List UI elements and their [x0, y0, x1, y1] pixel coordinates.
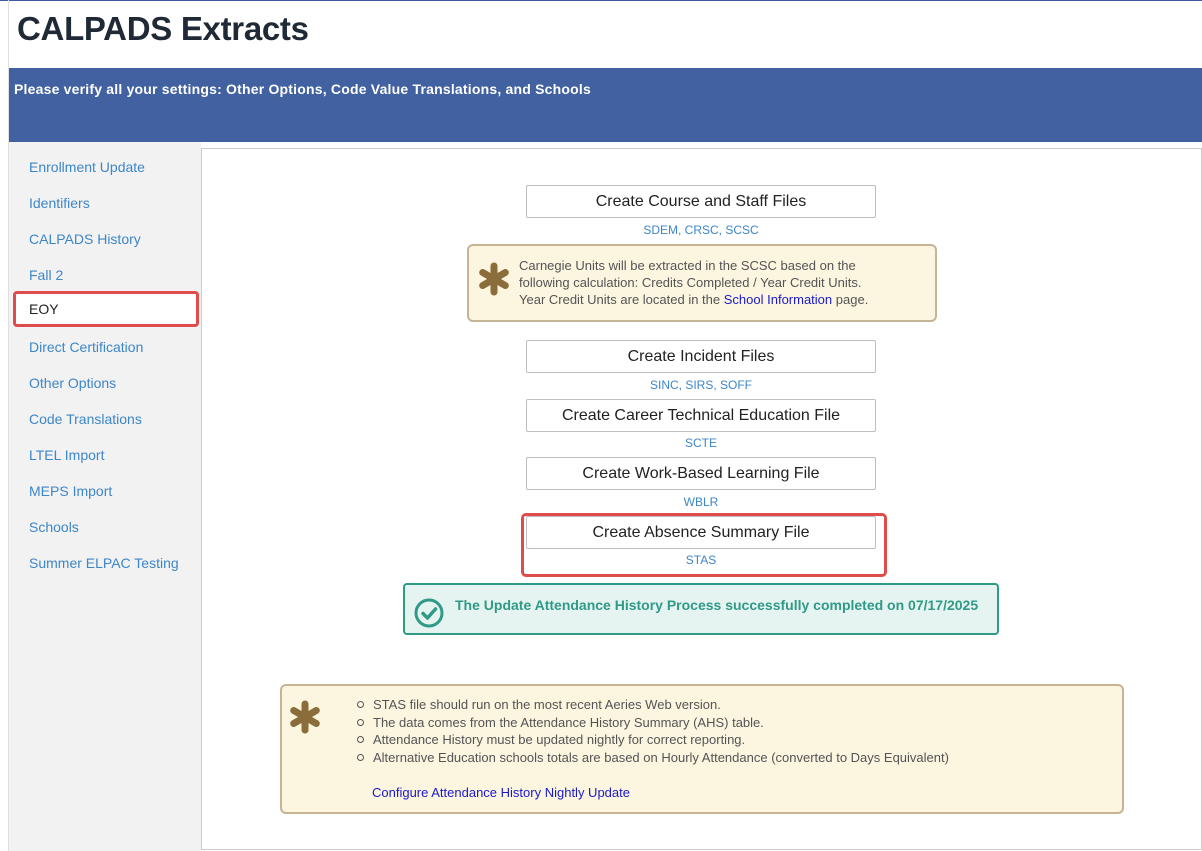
- success-message: The Update Attendance History Process su…: [455, 597, 979, 613]
- check-circle-icon: [414, 598, 444, 628]
- success-alert: The Update Attendance History Process su…: [403, 583, 999, 635]
- stas-bullet-list: STAS file should run on the most recent …: [357, 696, 1097, 766]
- note-line: Year Credit Units are located in the Sch…: [519, 291, 929, 308]
- configure-attendance-history-link[interactable]: Configure Attendance History Nightly Upd…: [372, 784, 630, 801]
- sidebar-item-direct-certification[interactable]: Direct Certification: [29, 339, 143, 355]
- note-line: Carnegie Units will be extracted in the …: [519, 258, 856, 273]
- note-text-prefix: Year Credit Units are located in the: [519, 292, 724, 307]
- create-work-based-learning-file-button[interactable]: Create Work-Based Learning File: [526, 457, 876, 490]
- page-title: CALPADS Extracts: [17, 10, 309, 47]
- sidebar: Enrollment Update Identifiers CALPADS Hi…: [9, 142, 201, 851]
- top-border: [0, 0, 1202, 1]
- list-item: The data comes from the Attendance Histo…: [357, 714, 1097, 732]
- sidebar-item-other-options[interactable]: Other Options: [29, 375, 116, 391]
- sidebar-item-calpads-history[interactable]: CALPADS History: [29, 231, 141, 247]
- absence-summary-highlight: [521, 513, 887, 577]
- create-incident-files-button[interactable]: Create Incident Files: [526, 340, 876, 373]
- sidebar-item-eoy[interactable]: EOY: [13, 291, 199, 327]
- sidebar-item-fall-2[interactable]: Fall 2: [29, 267, 63, 283]
- sidebar-item-ltel-import[interactable]: LTEL Import: [29, 447, 104, 463]
- asterisk-icon: [290, 700, 320, 734]
- carnegie-units-note: Carnegie Units will be extracted in the …: [467, 244, 937, 322]
- list-item: Alternative Education schools totals are…: [357, 749, 1097, 767]
- extract-codes-label: SINC, SIRS, SOFF: [649, 378, 752, 392]
- school-information-link[interactable]: School Information: [724, 292, 832, 307]
- create-cte-file-button[interactable]: Create Career Technical Education File: [526, 399, 876, 432]
- sidebar-item-enrollment-update[interactable]: Enrollment Update: [29, 159, 145, 175]
- extract-codes-label: SDEM, CRSC, SCSC: [643, 223, 759, 237]
- list-item: Attendance History must be updated night…: [357, 731, 1097, 749]
- extract-codes-label: SCTE: [684, 436, 717, 450]
- settings-banner: Please verify all your settings: Other O…: [9, 68, 1202, 142]
- stas-info-note: STAS file should run on the most recent …: [280, 684, 1124, 814]
- sidebar-item-schools[interactable]: Schools: [29, 519, 79, 535]
- carnegie-note-text: Carnegie Units will be extracted in the …: [519, 257, 929, 308]
- sidebar-item-meps-import[interactable]: MEPS Import: [29, 483, 112, 499]
- sidebar-item-summer-elpac-testing[interactable]: Summer ELPAC Testing: [29, 555, 179, 571]
- list-item: STAS file should run on the most recent …: [357, 696, 1097, 714]
- extract-codes-label: WBLR: [683, 495, 719, 509]
- note-text-suffix: page.: [832, 292, 869, 307]
- sidebar-item-identifiers[interactable]: Identifiers: [29, 195, 90, 211]
- sidebar-item-code-translations[interactable]: Code Translations: [29, 411, 142, 427]
- sidebar-item-label: EOY: [29, 301, 59, 317]
- asterisk-icon: [479, 262, 509, 296]
- create-course-staff-files-button[interactable]: Create Course and Staff Files: [526, 185, 876, 218]
- note-line: following calculation: Credits Completed…: [519, 275, 862, 290]
- banner-text: Please verify all your settings: Other O…: [14, 81, 591, 97]
